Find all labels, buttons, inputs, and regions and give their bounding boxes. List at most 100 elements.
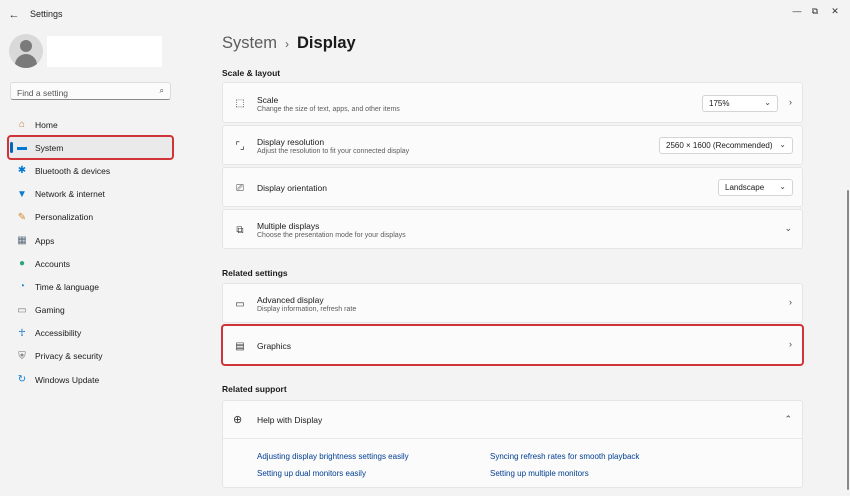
orientation-icon: ⎚ xyxy=(236,182,244,194)
sidebar-item-label: Gaming xyxy=(35,305,65,316)
breadcrumb-parent[interactable]: System xyxy=(222,34,277,53)
sidebar-item-network-internet[interactable]: ▼ Network & internet xyxy=(8,183,173,206)
chevron-down-icon: ⌄ xyxy=(779,182,786,191)
scale-card[interactable]: ⬚ Scale Change the size of text, apps, a… xyxy=(222,82,803,123)
sidebar-item-label: Accounts xyxy=(35,258,70,269)
section-title-related-support: Related support xyxy=(222,384,287,394)
gaming-icon: ▭ xyxy=(17,304,27,316)
scale-value: 175% xyxy=(709,99,730,108)
multiple-displays-card[interactable]: ⧉ Multiple displays Choose the presentat… xyxy=(222,209,803,249)
help-with-display-title: Help with Display xyxy=(257,415,323,425)
sidebar-item-system[interactable]: ▬ System xyxy=(7,135,174,161)
minimize-button[interactable]: — xyxy=(790,4,804,18)
orientation-title: Display orientation xyxy=(257,183,327,193)
advanced-display-card[interactable]: ▭ Advanced display Display information, … xyxy=(222,283,803,323)
page-title: Display xyxy=(297,34,356,52)
sidebar-item-label: System xyxy=(35,142,64,153)
sidebar-item-label: Privacy & security xyxy=(35,351,103,362)
back-arrow-icon[interactable]: ← xyxy=(6,7,22,23)
search-box[interactable]: ⌕ xyxy=(10,82,171,101)
chevron-down-icon: ⌄ xyxy=(779,140,786,149)
bluetooth-icon: ✱ xyxy=(17,165,27,177)
breadcrumb-separator-icon: › xyxy=(285,36,290,51)
multiple-displays-title: Multiple displays xyxy=(257,221,320,231)
scale-subtitle: Change the size of text, apps, and other… xyxy=(257,106,400,113)
search-input[interactable] xyxy=(11,85,151,101)
sidebar-item-personalization[interactable]: ✎ Personalization xyxy=(8,206,173,229)
windows-update-icon: ↻ xyxy=(17,374,27,386)
avatar-head-shape xyxy=(20,40,32,52)
close-button[interactable]: ✕ xyxy=(828,4,842,18)
sidebar-item-label: Bluetooth & devices xyxy=(35,165,111,176)
multiple-displays-subtitle: Choose the presentation mode for your di… xyxy=(257,232,406,239)
globe-icon: ⊕ xyxy=(233,414,243,426)
link-brightness[interactable]: Adjusting display brightness settings ea… xyxy=(257,452,409,461)
multiple-displays-icon: ⧉ xyxy=(236,224,244,236)
link-dual-monitors[interactable]: Setting up dual monitors easily xyxy=(257,469,366,478)
time-language-icon: ◔ xyxy=(18,281,26,293)
orientation-dropdown[interactable]: Landscape ⌄ xyxy=(718,179,793,196)
scale-dropdown[interactable]: 175% ⌄ xyxy=(702,95,778,112)
title-bar: ← Settings — ⧉ ✕ xyxy=(0,0,850,30)
home-icon: ⌂ xyxy=(18,119,26,131)
chevron-right-icon[interactable]: › xyxy=(789,97,792,107)
sidebar-item-label: Personalization xyxy=(35,212,94,223)
sidebar-item-label: Home xyxy=(35,119,58,130)
resolution-value: 2560 × 1600 (Recommended) xyxy=(666,141,773,150)
display-resolution-card[interactable]: ⌜⌟ Display resolution Adjust the resolut… xyxy=(222,125,803,165)
user-account-info[interactable] xyxy=(47,36,162,67)
avatar-body-shape xyxy=(15,54,37,68)
sidebar-item-gaming[interactable]: ▭ Gaming xyxy=(8,299,173,322)
sidebar-item-bluetooth-devices[interactable]: ✱ Bluetooth & devices xyxy=(8,159,173,182)
sidebar-item-home[interactable]: ⌂ Home xyxy=(8,113,173,136)
accounts-icon: ● xyxy=(18,258,26,270)
link-multiple-monitors[interactable]: Setting up multiple monitors xyxy=(490,469,589,478)
chevron-down-icon[interactable]: ⌄ xyxy=(784,223,792,234)
sidebar-item-windows-update[interactable]: ↻ Windows Update xyxy=(8,368,173,391)
sidebar-item-label: Network & internet xyxy=(35,189,105,200)
graphics-title: Graphics xyxy=(257,341,292,351)
orientation-value: Landscape xyxy=(725,183,765,192)
monitor-icon: ▭ xyxy=(235,298,245,310)
resolution-dropdown[interactable]: 2560 × 1600 (Recommended) ⌄ xyxy=(659,137,793,154)
avatar[interactable] xyxy=(9,34,43,68)
personalization-icon: ✎ xyxy=(17,211,27,223)
advanced-display-title: Advanced display xyxy=(257,295,324,305)
advanced-display-subtitle: Display information, refresh rate xyxy=(257,306,357,313)
help-with-display-header[interactable]: ⊕ Help with Display ⌃ xyxy=(223,401,802,438)
chevron-right-icon[interactable]: › xyxy=(789,297,792,307)
search-icon[interactable]: ⌕ xyxy=(160,86,164,96)
resolution-title: Display resolution xyxy=(257,137,325,147)
sidebar-nav: ⌂ Home ▬ System ✱ Bluetooth & devices ▼ Network… xyxy=(7,113,174,391)
apps-icon: ▦ xyxy=(17,235,27,247)
link-refresh-rates[interactable]: Syncing refresh rates for smooth playbac… xyxy=(490,452,639,461)
sidebar-item-label: Apps xyxy=(35,235,55,246)
graphics-card-icon: ▤ xyxy=(235,340,245,352)
sidebar-item-label: Time & language xyxy=(35,281,99,292)
resolution-icon: ⌜⌟ xyxy=(235,140,245,152)
sidebar-item-privacy-security[interactable]: ⛨ Privacy & security xyxy=(8,345,173,368)
accessibility-icon: ☥ xyxy=(18,327,26,339)
scale-title: Scale xyxy=(257,95,279,105)
app-title: Settings xyxy=(30,9,63,19)
graphics-card[interactable]: ▤ Graphics › xyxy=(221,324,804,366)
chevron-right-icon[interactable]: › xyxy=(789,339,792,349)
breadcrumb: System › Display xyxy=(222,34,356,53)
sidebar-item-accounts[interactable]: ● Accounts xyxy=(8,252,173,275)
sidebar-item-apps[interactable]: ▦ Apps xyxy=(8,229,173,252)
chevron-up-icon[interactable]: ⌃ xyxy=(784,414,792,425)
resolution-subtitle: Adjust the resolution to fit your connec… xyxy=(257,148,410,155)
sidebar-item-label: Accessibility xyxy=(35,328,82,339)
sidebar-item-label: Windows Update xyxy=(35,374,100,385)
section-title-related-settings: Related settings xyxy=(222,268,288,278)
system-icon: ▬ xyxy=(17,142,27,154)
display-orientation-card[interactable]: ⎚ Display orientation Landscape ⌄ xyxy=(222,167,803,207)
scrollbar[interactable] xyxy=(847,190,849,490)
maximize-button[interactable]: ⧉ xyxy=(808,4,822,18)
sidebar-item-accessibility[interactable]: ☥ Accessibility xyxy=(8,322,173,345)
help-with-display-card: ⊕ Help with Display ⌃ Adjusting display … xyxy=(222,400,803,488)
divider xyxy=(223,438,802,439)
sidebar-item-time-language[interactable]: ◔ Time & language xyxy=(8,275,173,298)
network-icon: ▼ xyxy=(17,188,27,200)
scale-icon: ⬚ xyxy=(235,97,245,109)
